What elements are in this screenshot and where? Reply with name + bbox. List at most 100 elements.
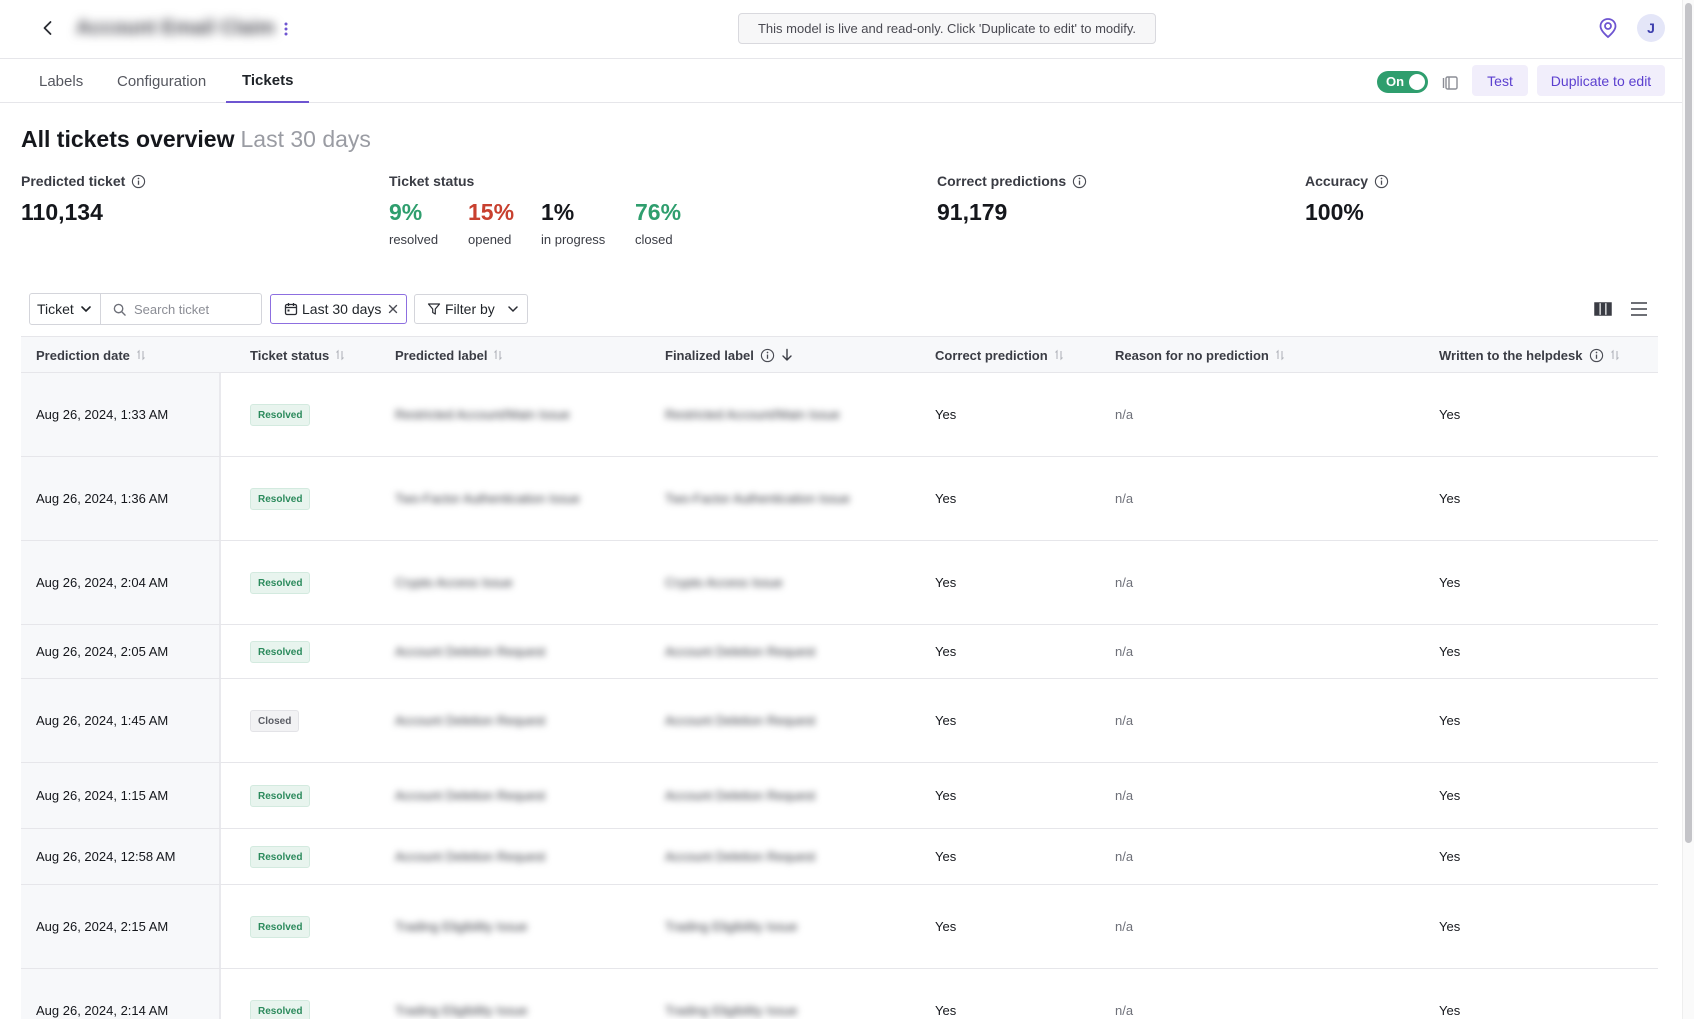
stat-label-row: Correct predictions [937,173,1087,189]
status-badge: Resolved [250,641,311,663]
sort-icon[interactable] [136,349,146,361]
cell-reason-no-prediction: n/a [1115,849,1134,864]
search-scope-value: Ticket [37,301,74,317]
avatar[interactable]: J [1637,14,1665,42]
tab-labels[interactable]: Labels [23,59,99,103]
sort-icon[interactable] [335,349,345,361]
cell-predicted-label: Account Deletion Request [395,713,546,728]
status-badge: Resolved [250,488,311,510]
cell-written-to-helpdesk: Yes [1439,713,1461,728]
table-row[interactable]: Aug 26, 2024, 2:04 AM Resolved Crypto Acce… [21,541,1658,625]
back-button[interactable] [36,16,60,40]
sort-icon[interactable] [1275,349,1285,361]
cell-prediction-date: Aug 26, 2024, 1:45 AM [36,713,169,728]
table-row[interactable]: Aug 26, 2024, 12:58 AM Resolved Account De… [21,829,1658,885]
cell-written-to-helpdesk: Yes [1439,491,1461,506]
table-row[interactable]: Aug 26, 2024, 1:15 AM Resolved Account Del… [21,763,1658,829]
col-header-label: Predicted label [395,347,488,363]
stat-value: 110,134 [21,199,103,225]
search-scope-select[interactable]: Ticket [29,293,101,325]
sort-icon[interactable] [493,349,503,361]
stat-value: 100% [1305,199,1364,225]
sort-icon[interactable] [1610,349,1620,361]
top-bar: Account Email Claim This model is live a… [0,0,1694,59]
tab-configuration[interactable]: Configuration [101,59,222,103]
table-row[interactable]: Aug 26, 2024, 2:05 AM Resolved Account Del… [21,625,1658,679]
info-icon[interactable] [1589,348,1604,363]
info-icon[interactable] [131,174,146,189]
sort-icon[interactable] [1054,349,1064,361]
table-row[interactable]: Aug 26, 2024, 2:14 AM Resolved Trading Eli… [21,969,1658,1019]
info-icon[interactable] [1374,174,1389,189]
cell-finalized-label: Account Deletion Request [665,713,816,728]
cell-predicted-label: Crypto Access Issue [395,575,513,590]
cell-finalized-label: Trading Eligibility Issue [665,919,798,934]
cell-correct-prediction: Yes [935,849,957,864]
page-title-text: All tickets overview [21,126,235,152]
info-icon[interactable] [1072,174,1087,189]
test-button[interactable]: Test [1472,65,1528,96]
cell-reason-no-prediction: n/a [1115,644,1134,659]
col-header-label: Written to the helpdesk [1439,347,1583,363]
model-menu-button[interactable] [276,16,296,42]
page-title: All tickets overview Last 30 days [21,126,371,153]
cell-prediction-date: Aug 26, 2024, 1:36 AM [36,491,169,506]
cell-correct-prediction: Yes [935,407,957,422]
cell-reason-no-prediction: n/a [1115,1003,1134,1018]
col-header-prediction-date[interactable]: Prediction date [36,337,146,373]
sort-desc-icon[interactable] [781,348,793,362]
cell-finalized-label: Account Deletion Request [665,849,816,864]
tab-tickets[interactable]: Tickets [226,59,310,103]
cell-prediction-date: Aug 26, 2024, 12:58 AM [36,849,176,864]
columns-view-button[interactable] [1594,301,1612,317]
table-row[interactable]: Aug 26, 2024, 2:15 AM Resolved Trading Eli… [21,885,1658,969]
cell-correct-prediction: Yes [935,788,957,803]
cell-predicted-label: Trading Eligibility Issue [395,919,528,934]
status-badge: Resolved [250,916,311,938]
info-icon[interactable] [760,348,775,363]
cell-correct-prediction: Yes [935,575,957,590]
live-toggle[interactable]: On [1377,71,1428,93]
search-input[interactable] [134,301,254,317]
col-header-reason-no-prediction[interactable]: Reason for no prediction [1115,337,1285,373]
stat-value: 91,179 [937,199,1008,225]
col-header-ticket-status[interactable]: Ticket status [250,337,345,373]
help-pin-button[interactable] [1596,16,1620,40]
status-pct: 1% [541,199,575,225]
col-header-correct-prediction[interactable]: Correct prediction [935,337,1064,373]
readonly-notice: This model is live and read-only. Click … [738,13,1156,44]
stat-label: Ticket status [389,173,475,189]
cell-prediction-date: Aug 26, 2024, 1:33 AM [36,407,169,422]
duplicate-to-edit-button[interactable]: Duplicate to edit [1537,65,1665,96]
table-row[interactable]: Aug 26, 2024, 1:36 AM Resolved Two-Factor … [21,457,1658,541]
col-header-label: Finalized label [665,347,754,363]
panel-toggle-button[interactable] [1441,74,1459,92]
help-pin-icon [1599,18,1617,39]
tab-bar: Labels Configuration Tickets On Test Dup… [0,59,1694,103]
col-header-written-to-helpdesk[interactable]: Written to the helpdesk [1439,337,1620,373]
kebab-menu-icon [284,22,288,36]
stat-label-row: Predicted ticket [21,173,146,189]
clear-date-button[interactable] [386,302,400,316]
cell-reason-no-prediction: n/a [1115,575,1134,590]
status-name: resolved [389,232,439,247]
cell-written-to-helpdesk: Yes [1439,407,1461,422]
status-name: in progress [541,232,606,247]
stat-accuracy: Accuracy 100% [1305,173,1389,226]
page-title-range: Last 30 days [240,126,371,152]
table-row[interactable]: Aug 26, 2024, 1:33 AM Resolved Restricted … [21,373,1658,457]
col-header-finalized-label[interactable]: Finalized label [665,337,793,373]
row-density-button[interactable] [1630,300,1648,318]
cell-correct-prediction: Yes [935,713,957,728]
list-density-icon [1631,302,1647,316]
status-pct: 9% [389,199,423,225]
table-row[interactable]: Aug 26, 2024, 1:45 AM Closed Account Delet… [21,679,1658,763]
status-closed: 76% closed [635,199,681,247]
stat-label: Correct predictions [937,173,1067,189]
filter-by-button[interactable]: Filter by [414,294,528,324]
col-header-predicted-label[interactable]: Predicted label [395,337,503,373]
cell-prediction-date: Aug 26, 2024, 2:04 AM [36,575,169,590]
tickets-table: Prediction date Ticket status Predicted … [21,336,1658,1019]
date-range-chip[interactable]: Last 30 days [270,294,407,324]
page-scrollbar-thumb[interactable] [1685,3,1692,843]
